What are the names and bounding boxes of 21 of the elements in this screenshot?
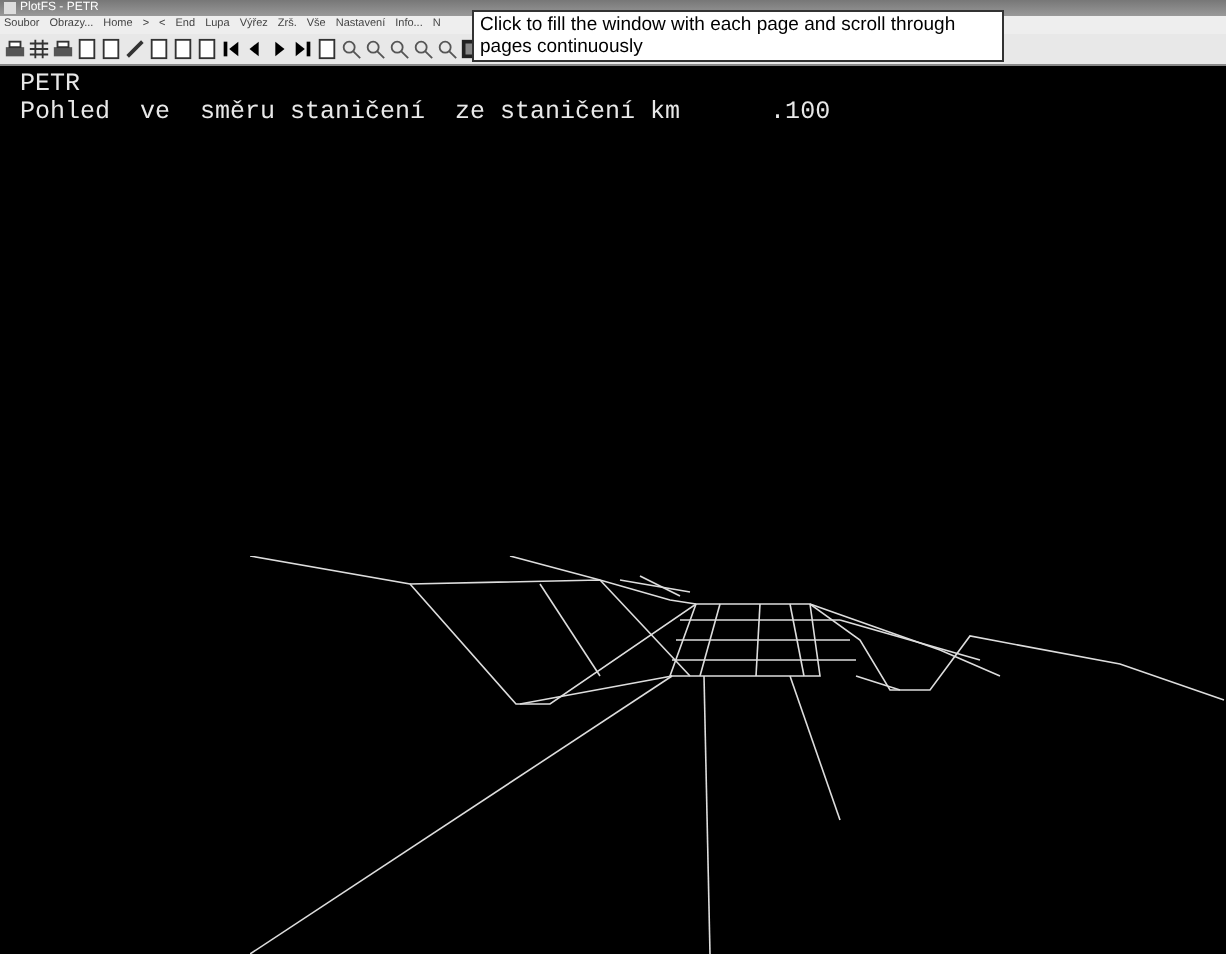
page-icon[interactable] bbox=[196, 38, 218, 60]
printer-icon[interactable] bbox=[52, 38, 74, 60]
page-icon[interactable] bbox=[148, 38, 170, 60]
magnifier-icon[interactable] bbox=[388, 38, 410, 60]
printer-icon[interactable] bbox=[4, 38, 26, 60]
page-icon[interactable] bbox=[100, 38, 122, 60]
arrow-icon[interactable] bbox=[292, 38, 314, 60]
tooltip: Click to fill the window with each page and scroll through pages continuously bbox=[472, 10, 1004, 62]
canvas-text: PETR bbox=[20, 70, 83, 98]
magnifier-icon[interactable] bbox=[364, 38, 386, 60]
app-icon bbox=[4, 2, 16, 14]
canvas-text: Pohled ve směru staničení ze staničení km .100 bbox=[20, 98, 833, 126]
page-icon[interactable] bbox=[172, 38, 194, 60]
grid-icon[interactable] bbox=[28, 38, 50, 60]
pen-icon[interactable] bbox=[124, 38, 146, 60]
arrow-icon[interactable] bbox=[220, 38, 242, 60]
magnifier-icon[interactable] bbox=[436, 38, 458, 60]
page-icon[interactable] bbox=[316, 38, 338, 60]
magnifier-icon[interactable] bbox=[412, 38, 434, 60]
page-icon[interactable] bbox=[76, 38, 98, 60]
magnifier-icon[interactable] bbox=[340, 38, 362, 60]
